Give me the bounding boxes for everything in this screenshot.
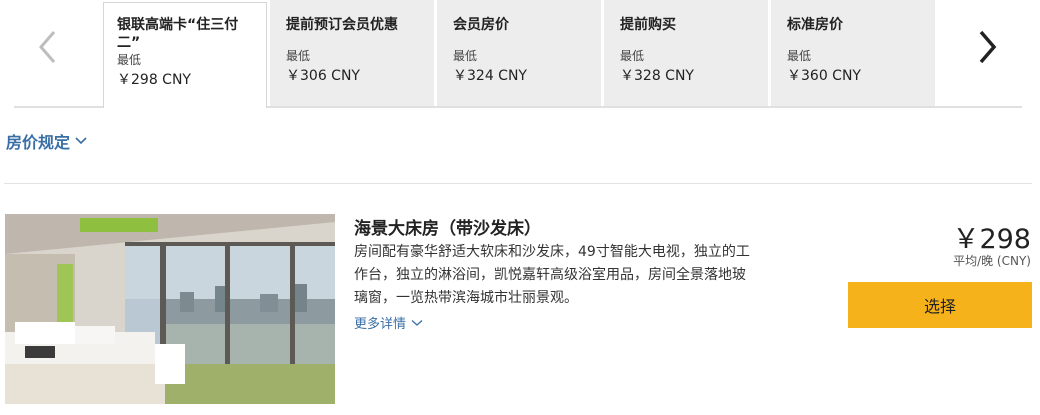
select-button[interactable]: 选择	[848, 282, 1032, 328]
room-photo[interactable]	[5, 214, 335, 404]
chevron-down-icon	[411, 319, 423, 326]
tab-price: ￥328 CNY	[620, 68, 694, 84]
section-divider	[4, 183, 1032, 184]
rate-tab-unionpay[interactable]: 银联高端卡“住三付二” 最低 ￥298 CNY	[103, 2, 267, 108]
tab-low-label: 最低	[453, 49, 478, 63]
rate-tab-standard[interactable]: 标准房价 最低 ￥360 CNY	[771, 0, 935, 106]
tab-low-label: 最低	[787, 49, 812, 63]
chevron-down-icon	[75, 137, 87, 145]
chevron-right-icon	[979, 30, 997, 64]
tab-name: 银联高端卡“住三付二”	[117, 17, 239, 51]
room-price: ￥298	[952, 224, 1031, 255]
rate-tabs: 银联高端卡“住三付二” 最低 ￥298 CNY 提前预订会员优惠 最低 ￥306…	[0, 0, 1040, 108]
tab-name: 提前购买	[620, 17, 676, 33]
tab-price: ￥324 CNY	[453, 68, 527, 84]
rate-tab-advance-member[interactable]: 提前预订会员优惠 最低 ￥306 CNY	[270, 0, 434, 106]
tab-low-label: 最低	[286, 49, 311, 63]
rate-tab-member[interactable]: 会员房价 最低 ￥324 CNY	[437, 0, 601, 106]
room-image	[5, 214, 335, 404]
rate-rules-label: 房价规定	[6, 133, 71, 152]
tab-price: ￥360 CNY	[787, 68, 861, 84]
tab-low-label: 最低	[117, 53, 142, 67]
price-unit: 平均/晚 (CNY)	[953, 254, 1031, 268]
more-details-link[interactable]: 更多详情	[354, 313, 423, 332]
tab-name: 会员房价	[453, 17, 509, 33]
more-details-label: 更多详情	[354, 317, 407, 332]
room-description: 房间配有豪华舒适大软床和沙发床，49寸智能大电视，独立的工作台，独立的淋浴间，凯…	[354, 244, 750, 306]
tab-low-label: 最低	[620, 49, 645, 63]
room-title: 海景大床房（带沙发床）	[354, 219, 541, 239]
tab-name: 标准房价	[787, 17, 843, 33]
tab-price: ￥306 CNY	[286, 68, 360, 84]
rate-tab-advance-purchase[interactable]: 提前购买 最低 ￥328 CNY	[604, 0, 768, 106]
carousel-next-button[interactable]	[968, 22, 1008, 72]
tab-price: ￥298 CNY	[117, 72, 191, 88]
tab-name: 提前预订会员优惠	[286, 17, 398, 33]
rate-rules-toggle[interactable]: 房价规定	[6, 129, 88, 153]
